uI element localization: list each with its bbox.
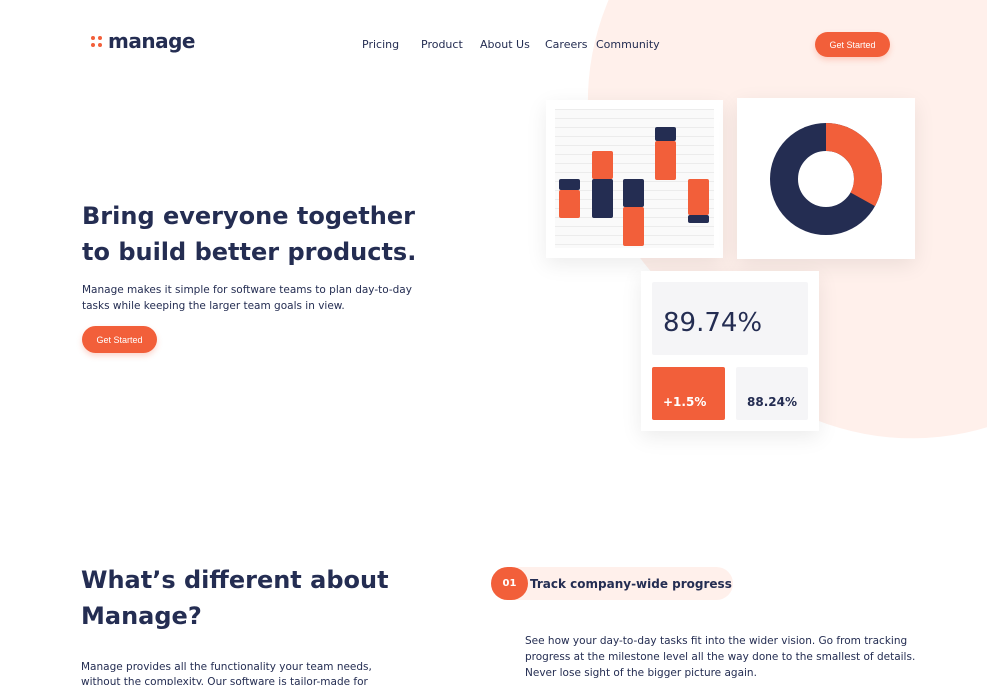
bar-segment-navy (623, 179, 644, 207)
bar-segment-navy (592, 178, 613, 218)
bar-segment-navy (688, 215, 709, 224)
change-stat-value: +1.5% (663, 395, 707, 409)
bar-segment-orange (688, 179, 709, 216)
bar-segment-orange (559, 190, 580, 218)
bar-segment-orange (623, 206, 644, 246)
secondary-stat-value: 88.24% (747, 395, 797, 409)
logo[interactable]: manage (91, 29, 195, 53)
stats-card: 89.74% +1.5% 88.24% (641, 271, 819, 431)
nav-product[interactable]: Product (421, 38, 463, 51)
feature-heading: 01 Track company-wide progress (491, 567, 733, 600)
bar-segment-navy (655, 127, 676, 141)
bar-chart (555, 109, 714, 248)
bar-segment-navy (559, 179, 580, 191)
header-get-started-button[interactable]: Get Started (815, 32, 890, 57)
nav-community[interactable]: Community (596, 38, 660, 51)
donut-chart (770, 123, 882, 235)
bar-chart-card (546, 100, 723, 258)
bar-segment-orange (655, 140, 676, 180)
change-stat-tile: +1.5% (652, 367, 725, 420)
nav-careers[interactable]: Careers (545, 38, 588, 51)
hero-get-started-button[interactable]: Get Started (82, 326, 157, 353)
bar-segment-orange (592, 151, 613, 179)
hero-title: Bring everyone together to build better … (82, 202, 417, 266)
secondary-stat-tile: 88.24% (736, 367, 808, 420)
feature-title: Track company-wide progress (530, 577, 732, 591)
primary-stat-value: 89.74% (663, 308, 763, 338)
feature-description: See how your day-to-day tasks fit into t… (525, 635, 916, 679)
primary-stat-tile: 89.74% (652, 282, 808, 355)
logo-mark-icon (91, 35, 102, 47)
nav-about-us[interactable]: About Us (480, 38, 530, 51)
logo-text: manage (108, 29, 195, 53)
section-description: Manage provides all the functionality yo… (81, 661, 372, 685)
section-title: What’s different about Manage? (81, 566, 389, 630)
hero-description: Manage makes it simple for software team… (82, 284, 412, 312)
donut-chart-card (737, 98, 915, 259)
feature-number-badge: 01 (491, 567, 528, 600)
nav-pricing[interactable]: Pricing (362, 38, 399, 51)
